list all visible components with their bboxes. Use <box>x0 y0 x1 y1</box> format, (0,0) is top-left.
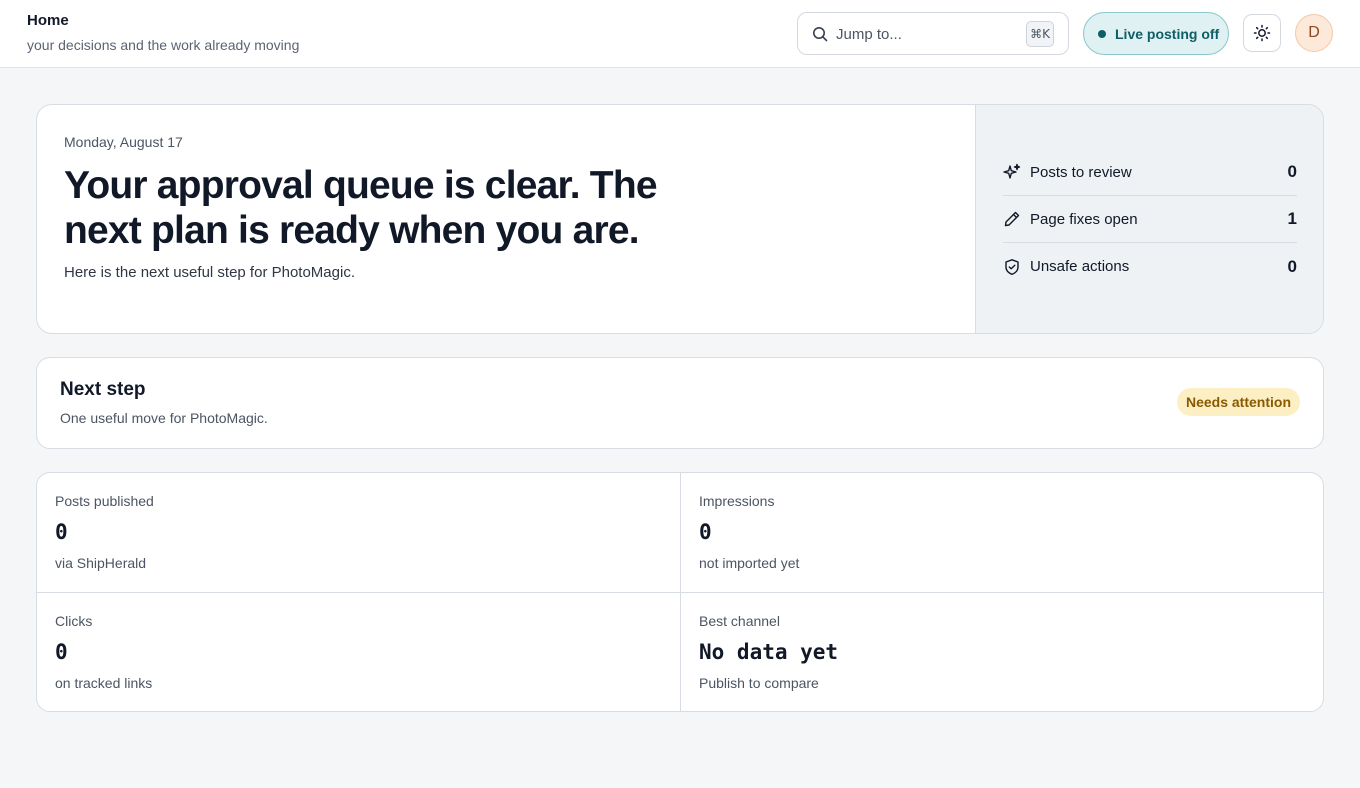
jump-to-search[interactable]: ⌘K <box>797 12 1069 55</box>
live-posting-label: Live posting off <box>1115 25 1220 42</box>
metric-note: via ShipHerald <box>55 555 147 571</box>
summary-headline: Your approval queue is clear. The next p… <box>64 164 658 252</box>
metric-note: Publish to compare <box>699 675 819 691</box>
page-title: Home <box>27 12 69 29</box>
keyboard-shortcut-hint: ⌘K <box>1026 21 1054 47</box>
status-dot-icon <box>1098 29 1106 38</box>
stat-label: Page fixes open <box>1030 210 1138 228</box>
summary-stats-panel: Posts to review 0 Page fixes open 1 Unsa… <box>975 105 1323 333</box>
next-step-title: Next step <box>60 379 146 400</box>
stat-posts-to-review[interactable]: Posts to review 0 <box>1003 149 1297 196</box>
metric-label: Clicks <box>55 613 93 629</box>
daily-summary-card: Monday, August 17 Your approval queue is… <box>36 104 1324 334</box>
metric-value: 0 <box>55 640 68 664</box>
user-avatar[interactable]: D <box>1295 14 1333 52</box>
top-bar: Home your decisions and the work already… <box>0 0 1360 68</box>
search-icon <box>813 27 828 42</box>
metric-label: Impressions <box>699 493 775 509</box>
stat-label: Unsafe actions <box>1030 258 1130 275</box>
status-badge: Needs attention <box>1176 388 1300 416</box>
metric-value: 0 <box>55 520 68 544</box>
shield-icon <box>1005 258 1019 275</box>
stat-value: 0 <box>1287 256 1297 276</box>
live-posting-toggle[interactable]: Live posting off <box>1083 12 1229 55</box>
metric-impressions: Impressions 0 not imported yet <box>680 473 1323 592</box>
metric-posts-published: Posts published 0 via ShipHerald <box>37 473 681 592</box>
metric-label: Posts published <box>55 493 154 509</box>
metric-value: No data yet <box>699 640 839 664</box>
metric-value: 0 <box>699 520 712 544</box>
summary-description: Here is the next useful step for PhotoMa… <box>64 264 355 281</box>
pencil-icon <box>1004 211 1020 227</box>
next-step-subtitle: One useful move for PhotoMagic. <box>60 410 268 426</box>
stat-unsafe-actions[interactable]: Unsafe actions 0 <box>1003 243 1297 290</box>
stat-value: 1 <box>1287 209 1297 228</box>
current-date: Monday, August 17 <box>64 134 183 150</box>
stat-label: Posts to review <box>1030 163 1132 181</box>
sparkles-icon <box>1003 163 1021 179</box>
metrics-grid: Posts published 0 via ShipHerald Impress… <box>36 472 1324 712</box>
next-step-card[interactable]: Next step One useful move for PhotoMagic… <box>36 357 1324 449</box>
page-subtitle: your decisions and the work already movi… <box>27 37 300 53</box>
stat-value: 0 <box>1287 162 1297 181</box>
metric-label: Best channel <box>699 613 780 629</box>
stat-page-fixes-open[interactable]: Page fixes open 1 <box>1003 196 1297 243</box>
search-input[interactable] <box>836 23 1016 45</box>
metric-best-channel: Best channel No data yet Publish to comp… <box>680 592 1323 711</box>
metric-note: not imported yet <box>699 555 800 571</box>
summary-main: Monday, August 17 Your approval queue is… <box>37 105 975 333</box>
theme-toggle-button[interactable] <box>1243 14 1281 52</box>
metric-note: on tracked links <box>55 675 153 691</box>
sun-icon <box>1253 24 1271 42</box>
metric-clicks: Clicks 0 on tracked links <box>37 592 681 711</box>
